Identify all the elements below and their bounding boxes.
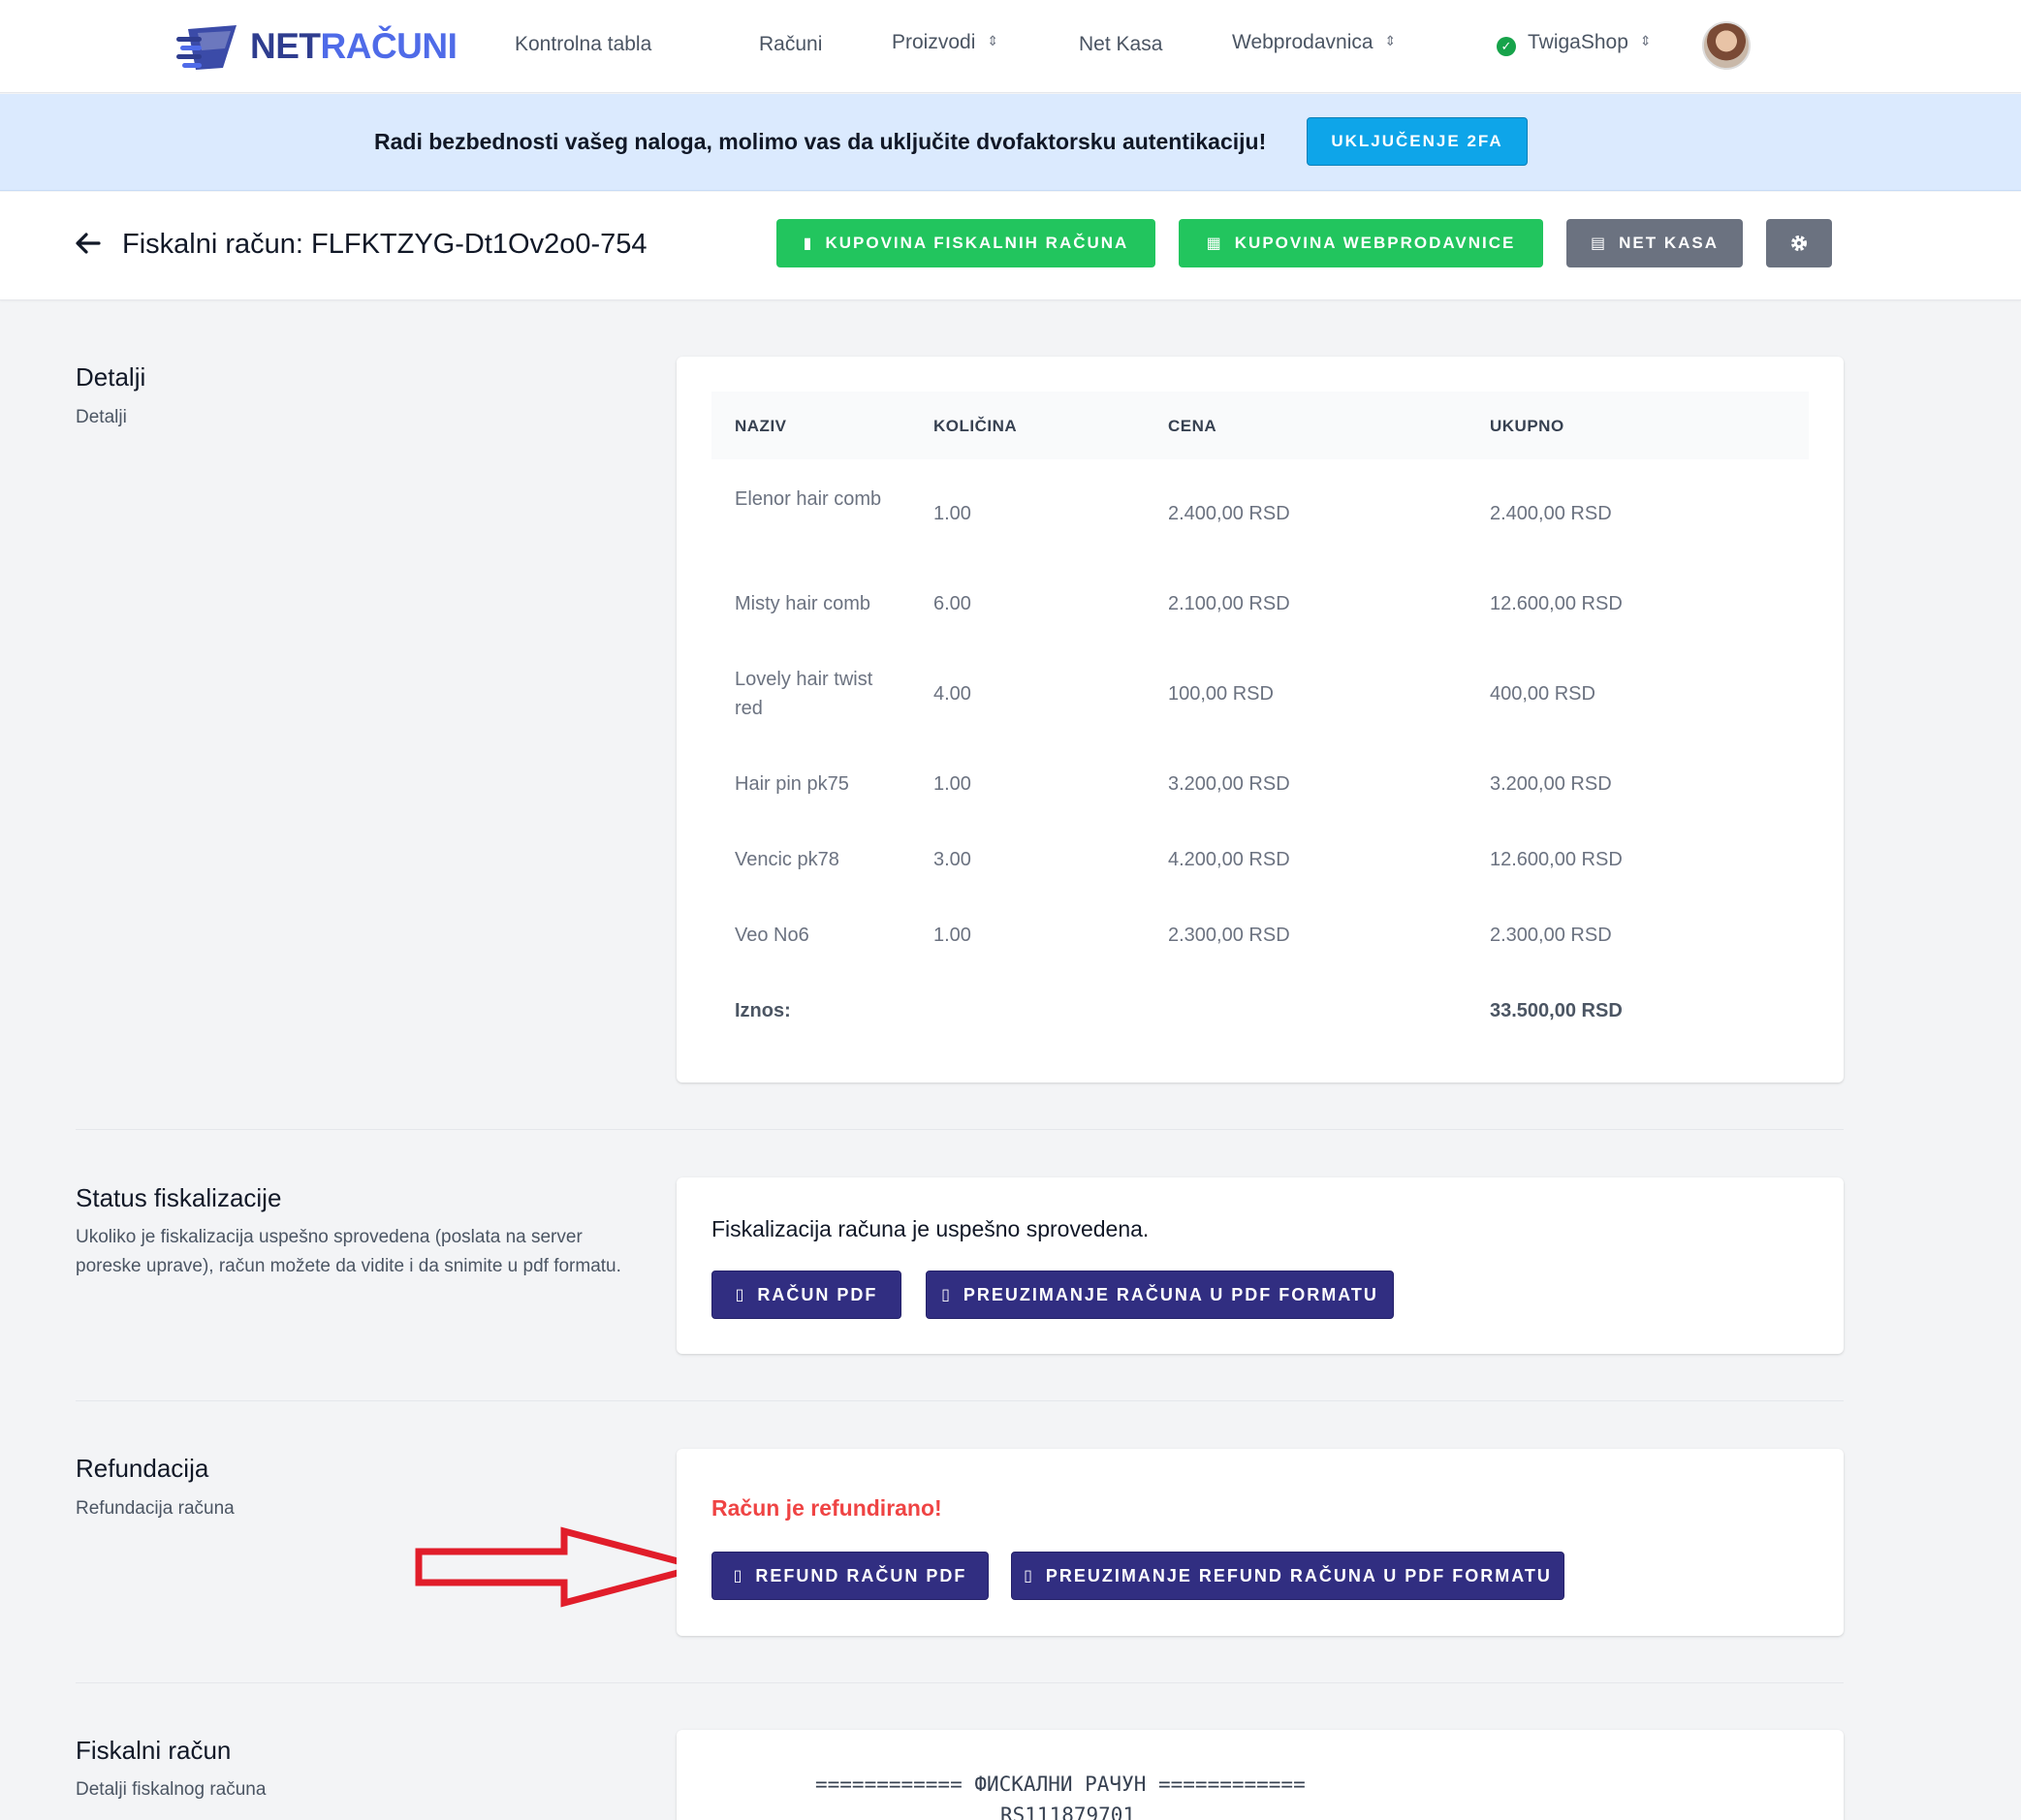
logo-text: NETRAČUNI	[250, 26, 458, 66]
section-divider	[76, 1400, 1844, 1401]
row-name: Elenor hair comb	[735, 488, 882, 510]
refund-message: Račun je refundirano!	[711, 1495, 942, 1521]
row-total: 2.300,00 RSD	[1490, 925, 1612, 946]
check-circle-icon: ✓	[1497, 37, 1516, 56]
download-file-icon: ▯	[1024, 1568, 1034, 1585]
row-total: 12.600,00 RSD	[1490, 593, 1623, 614]
row-name: Vencic pk78	[735, 849, 839, 870]
row-qty: 3.00	[933, 849, 971, 870]
row-name: Misty hair comb	[735, 593, 871, 614]
nav-webprodavnica-label: Webprodavnica	[1232, 31, 1374, 53]
row-price: 3.200,00 RSD	[1168, 773, 1290, 795]
receipt-pdf-button[interactable]: ▯ RAČUN PDF	[711, 1271, 901, 1319]
total-label: Iznos:	[735, 1000, 791, 1021]
status-section-title: Status fiskalizacije	[76, 1183, 282, 1212]
buy-fiscal-receipts-label: KUPOVINA FISKALNIH RAČUNA	[825, 234, 1129, 252]
download-refund-pdf-button[interactable]: ▯ PREUZIMANJE REFUND RAČUNA U PDF FORMATU	[1011, 1552, 1564, 1600]
row-qty: 1.00	[933, 773, 971, 795]
row-price: 2.100,00 RSD	[1168, 593, 1290, 614]
store-icon: ▦	[1206, 235, 1223, 252]
table-header: NAZIV KOLIČINA CENA UKUPNO	[711, 392, 1809, 459]
2fa-banner: Radi bezbednosti vašeg naloga, molimo va…	[0, 94, 2021, 191]
settings-button[interactable]	[1766, 219, 1832, 267]
nav-racuni[interactable]: Računi	[759, 33, 822, 56]
logo[interactable]: NETRAČUNI	[174, 19, 458, 74]
pdf-icon: ▯	[735, 1287, 746, 1303]
row-price: 2.300,00 RSD	[1168, 925, 1290, 946]
refund-receipt-pdf-button[interactable]: ▯ REFUND RAČUN PDF	[711, 1552, 989, 1600]
row-price: 2.400,00 RSD	[1168, 503, 1290, 524]
row-name: Lovely hair twist red	[735, 669, 873, 719]
row-name: Hair pin pk75	[735, 773, 849, 795]
status-card: Fiskalizacija računa je uspešno sprovede…	[677, 1177, 1844, 1354]
refund-section-subtitle: Refundacija računa	[76, 1498, 235, 1519]
page-title: Fiskalni račun: FLFKTZYG-Dt1Ov2o0-754	[122, 229, 647, 260]
gear-icon	[1791, 235, 1807, 251]
net-kasa-button[interactable]: ▤ NET KASA	[1566, 219, 1743, 267]
status-section-subtitle: Ukoliko je fiskalizacija uspešno sproved…	[76, 1227, 621, 1276]
refund-section-title: Refundacija	[76, 1454, 209, 1483]
column-header-naziv: NAZIV	[735, 417, 787, 435]
refund-receipt-pdf-label: REFUND RAČUN PDF	[755, 1565, 967, 1585]
pdf-icon: ▯	[733, 1568, 744, 1585]
fiscalization-message: Fiskalizacija računa je uspešno sprovede…	[711, 1216, 1150, 1241]
top-navbar: NETRAČUNI Kontrolna tabla Računi Proizvo…	[0, 0, 2021, 93]
fiscal-section-title: Fiskalni račun	[76, 1736, 232, 1765]
nav-net-kasa[interactable]: Net Kasa	[1079, 33, 1162, 56]
download-file-icon: ▯	[941, 1287, 952, 1303]
row-qty: 6.00	[933, 593, 971, 614]
document-icon: ▮	[803, 235, 814, 252]
fiscal-receipt-card: ============ ФИСКАЛНИ РАЧУН ============…	[677, 1730, 1844, 1820]
red-arrow-annotation-icon	[415, 1526, 708, 1608]
nav-webprodavnica[interactable]: Webprodavnica ⇕	[1232, 31, 1396, 54]
column-header-ukupno: UKUPNO	[1490, 417, 1564, 435]
row-total: 12.600,00 RSD	[1490, 849, 1623, 870]
column-header-kolicina: KOLIČINA	[933, 417, 1018, 435]
fiscal-section-subtitle: Detalji fiskalnog računa	[76, 1779, 267, 1800]
receipt-pib-line: RS111879701	[1000, 1804, 1136, 1820]
download-refund-pdf-label: PREUZIMANJE REFUND RAČUNA U PDF FORMATU	[1045, 1565, 1552, 1585]
page-header: Fiskalni račun: FLFKTZYG-Dt1Ov2o0-754 ▮ K…	[0, 192, 2021, 300]
cash-register-icon: ▤	[1590, 235, 1608, 252]
nav-proizvodi[interactable]: Proizvodi ⇕	[892, 31, 998, 54]
buy-webshop-label: KUPOVINA WEBPRODAVNICE	[1234, 234, 1516, 252]
details-section-subtitle: Detalji	[76, 407, 127, 427]
total-value: 33.500,00 RSD	[1490, 1000, 1623, 1021]
enable-2fa-button[interactable]: UKLJUČENJE 2FA	[1307, 117, 1528, 166]
receipt-pdf-label: RAČUN PDF	[757, 1284, 878, 1304]
refund-card: Račun je refundirano! ▯ REFUND RAČUN PDF …	[677, 1449, 1844, 1636]
banner-message: Radi bezbednosti vašeg naloga, molimo va…	[374, 129, 1267, 154]
download-receipt-pdf-button[interactable]: ▯ PREUZIMANJE RAČUNA U PDF FORMATU	[926, 1271, 1394, 1319]
logo-icon	[176, 25, 237, 70]
net-kasa-label: NET KASA	[1619, 234, 1720, 252]
details-card: NAZIV KOLIČINA CENA UKUPNO Elenor hair c…	[677, 357, 1844, 1083]
user-avatar[interactable]	[1702, 21, 1751, 70]
nav-proizvodi-label: Proizvodi	[892, 31, 976, 53]
back-arrow-icon[interactable]	[74, 229, 103, 258]
chevron-updown-icon: ⇕	[987, 33, 999, 48]
shop-selector[interactable]: ✓ TwigaShop ⇕	[1497, 31, 1652, 56]
download-receipt-pdf-label: PREUZIMANJE RAČUNA U PDF FORMATU	[963, 1284, 1378, 1304]
shop-name: TwigaShop	[1528, 31, 1628, 53]
chevron-updown-icon: ⇕	[1639, 33, 1652, 48]
row-total: 2.400,00 RSD	[1490, 503, 1612, 524]
row-total: 3.200,00 RSD	[1490, 773, 1612, 795]
nav-kontrolna-tabla[interactable]: Kontrolna tabla	[515, 33, 651, 56]
row-price: 100,00 RSD	[1168, 683, 1274, 705]
buy-webshop-button[interactable]: ▦ KUPOVINA WEBPRODAVNICE	[1179, 219, 1543, 267]
row-price: 4.200,00 RSD	[1168, 849, 1290, 870]
chevron-updown-icon: ⇕	[1384, 33, 1397, 48]
section-divider	[76, 1682, 1844, 1683]
details-section-title: Detalji	[76, 362, 146, 392]
row-total: 400,00 RSD	[1490, 683, 1595, 705]
row-qty: 4.00	[933, 683, 971, 705]
receipt-header-line: ============ ФИСКАЛНИ РАЧУН ============	[815, 1773, 1306, 1796]
row-qty: 1.00	[933, 925, 971, 946]
row-name: Veo No6	[735, 925, 809, 946]
row-qty: 1.00	[933, 503, 971, 524]
section-divider	[76, 1129, 1844, 1130]
column-header-cena: CENA	[1168, 417, 1217, 435]
buy-fiscal-receipts-button[interactable]: ▮ KUPOVINA FISKALNIH RAČUNA	[776, 219, 1155, 267]
